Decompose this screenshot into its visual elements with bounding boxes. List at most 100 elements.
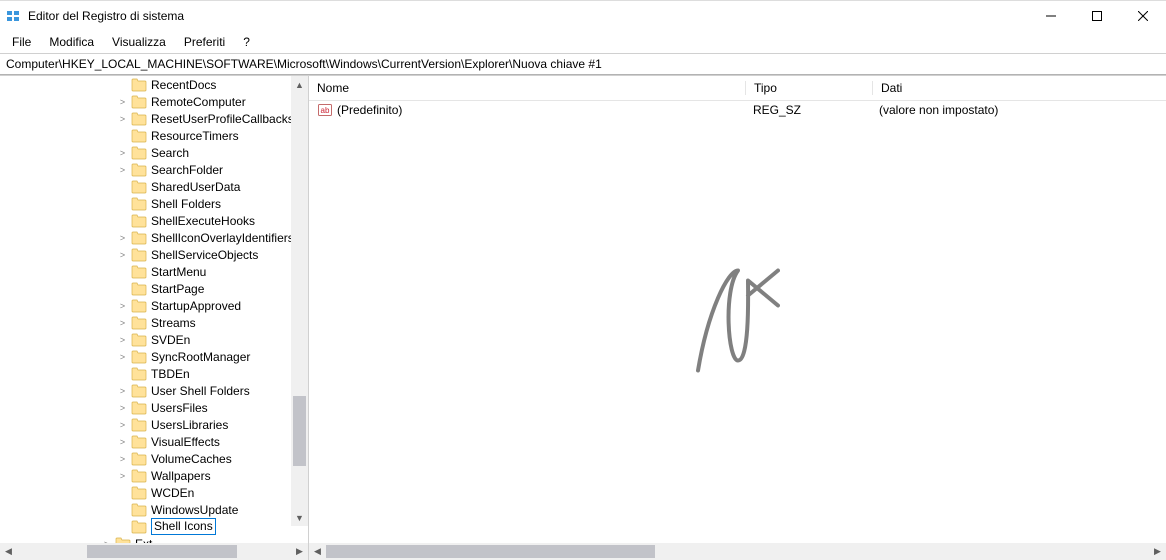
scroll-left-arrow[interactable]: ◀ [309,543,326,560]
maximize-button[interactable] [1074,1,1120,31]
tree-item[interactable]: > Streams [0,314,308,331]
tree-item-label: ShellServiceObjects [151,248,258,262]
tree-item[interactable]: > SearchFolder [0,161,308,178]
tree-item[interactable]: >UsersFiles [0,399,308,416]
regedit-icon [6,8,22,24]
expand-icon[interactable]: > [116,469,129,482]
cell-name: ab (Predefinito) [309,102,745,118]
column-header-name[interactable]: Nome [309,81,746,95]
tree-item[interactable]: ShellExecuteHooks [0,212,308,229]
content: RecentDocs > RemoteComputer>ResetUserProfi… [0,75,1166,560]
tree-vertical-scrollbar[interactable]: ▲ ▼ [291,76,308,526]
tree-item[interactable]: RecentDocs [0,76,308,93]
close-button[interactable] [1120,1,1166,31]
tree-item[interactable]: >Ext [0,535,308,543]
tree-item[interactable]: >VolumeCaches [0,450,308,467]
menubar: File Modifica Visualizza Preferiti ? [0,31,1166,54]
tree-item[interactable]: StartPage [0,280,308,297]
tree-item[interactable]: >ShellIconOverlayIdentifiers [0,229,308,246]
tree-item-label: User Shell Folders [151,384,250,398]
tree-item-label: TBDEn [151,367,190,381]
expand-icon[interactable]: > [116,231,129,244]
tree-horizontal-scrollbar[interactable]: ◀ ▶ [0,543,308,560]
expand-icon[interactable]: > [116,112,129,125]
expand-icon[interactable]: > [116,163,129,176]
tree-item[interactable]: SharedUserData [0,178,308,195]
tree[interactable]: RecentDocs > RemoteComputer>ResetUserProfi… [0,76,308,543]
tree-item-editing[interactable]: Shell Icons [0,518,308,535]
column-header-type[interactable]: Tipo [746,81,873,95]
tree-item-label: ResourceTimers [151,129,239,143]
tree-item[interactable]: StartMenu [0,263,308,280]
scroll-up-arrow[interactable]: ▲ [291,76,308,93]
expand-icon[interactable]: > [116,146,129,159]
scroll-thumb[interactable] [293,396,306,466]
folder-icon [131,95,147,109]
expand-icon[interactable]: > [116,95,129,108]
expand-icon[interactable]: > [116,452,129,465]
tree-item[interactable]: >SVDEn [0,331,308,348]
tree-item-label: SyncRootManager [151,350,250,364]
expand-icon[interactable]: > [116,435,129,448]
folder-icon [131,282,147,296]
minimize-button[interactable] [1028,1,1074,31]
list-body[interactable]: ab (Predefinito) REG_SZ (valore non impo… [309,101,1166,543]
list-horizontal-scrollbar[interactable]: ◀ ▶ [309,543,1166,560]
folder-icon [131,435,147,449]
scroll-right-arrow[interactable]: ▶ [1149,543,1166,560]
expand-icon[interactable]: > [116,350,129,363]
menu-help[interactable]: ? [235,33,258,51]
tree-item-label: SearchFolder [151,163,223,177]
folder-icon [131,367,147,381]
folder-icon [131,180,147,194]
folder-icon [131,520,147,534]
tree-item[interactable]: WindowsUpdate [0,501,308,518]
expand-icon[interactable]: > [116,333,129,346]
folder-icon [131,316,147,330]
tree-item[interactable]: > SyncRootManager [0,348,308,365]
menu-edit[interactable]: Modifica [41,33,102,51]
expand-icon[interactable]: > [116,418,129,431]
scroll-thumb[interactable] [87,545,237,558]
address-bar[interactable]: Computer\HKEY_LOCAL_MACHINE\SOFTWARE\Mic… [0,54,1166,75]
tree-item[interactable]: >Wallpapers [0,467,308,484]
scroll-left-arrow[interactable]: ◀ [0,543,17,560]
menu-favorites[interactable]: Preferiti [176,33,233,51]
tree-item[interactable]: WCDEn [0,484,308,501]
list-header: Nome Tipo Dati [309,76,1166,101]
tree-item[interactable]: >ResetUserProfileCallbacks [0,110,308,127]
expand-icon[interactable]: > [116,316,129,329]
tree-item[interactable]: ResourceTimers [0,127,308,144]
tree-item-label: SharedUserData [151,180,240,194]
tree-item-label: Streams [151,316,196,330]
column-header-data[interactable]: Dati [873,81,1166,95]
expand-icon[interactable]: > [116,299,129,312]
tree-item[interactable]: TBDEn [0,365,308,382]
tree-item[interactable]: > RemoteComputer [0,93,308,110]
tree-item[interactable]: Shell Folders [0,195,308,212]
folder-icon [131,452,147,466]
list-row[interactable]: ab (Predefinito) REG_SZ (valore non impo… [309,101,1166,119]
expand-icon[interactable]: > [116,401,129,414]
menu-file[interactable]: File [4,33,39,51]
scroll-track[interactable] [326,543,1149,560]
tree-item[interactable]: > ShellServiceObjects [0,246,308,263]
folder-icon [131,469,147,483]
tree-item[interactable]: > User Shell Folders [0,382,308,399]
scroll-thumb[interactable] [326,545,655,558]
scroll-right-arrow[interactable]: ▶ [291,543,308,560]
scroll-down-arrow[interactable]: ▼ [291,509,308,526]
folder-icon [131,299,147,313]
folder-icon [131,112,147,126]
window: Editor del Registro di sistema File Modi… [0,0,1166,560]
scroll-track[interactable] [17,543,291,560]
expand-icon[interactable]: > [116,248,129,261]
tree-item[interactable]: >StartupApproved [0,297,308,314]
expand-icon[interactable]: > [116,384,129,397]
tree-item[interactable]: >UsersLibraries [0,416,308,433]
menu-view[interactable]: Visualizza [104,33,174,51]
tree-item[interactable]: >Search [0,144,308,161]
tree-item-label: RemoteComputer [151,95,246,109]
tree-item-rename-input[interactable]: Shell Icons [151,518,216,535]
tree-item[interactable]: >VisualEffects [0,433,308,450]
